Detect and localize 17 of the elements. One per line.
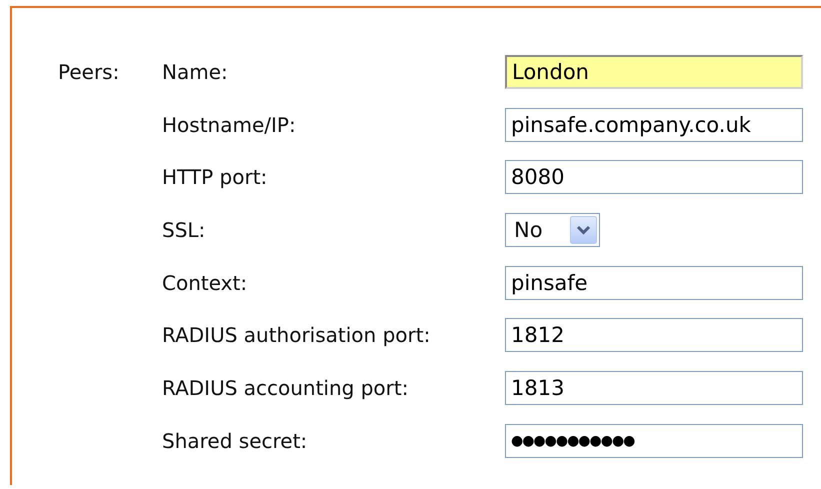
- field-label: RADIUS accounting port:: [162, 376, 410, 400]
- section-label: Peers:: [58, 60, 120, 84]
- password-field[interactable]: ●●●●●●●●●●●: [505, 424, 803, 458]
- field-label: Hostname/IP:: [162, 112, 297, 137]
- field-label: Name:: [162, 60, 229, 84]
- input-field[interactable]: 1812: [505, 318, 803, 352]
- field-label: SSL:: [162, 218, 206, 242]
- field-label: Context:: [162, 270, 248, 295]
- field-label: RADIUS authorisation port:: [162, 323, 432, 348]
- field-label: HTTP port:: [162, 165, 268, 190]
- ssl-dropdown[interactable]: No: [505, 213, 600, 248]
- input-field[interactable]: London: [505, 55, 803, 89]
- input-field[interactable]: pinsafe.company.co.uk: [505, 108, 803, 142]
- input-field[interactable]: pinsafe: [505, 266, 803, 300]
- input-field[interactable]: 8080: [505, 160, 803, 194]
- input-field[interactable]: 1813: [505, 371, 803, 406]
- field-label: Shared secret:: [162, 428, 308, 453]
